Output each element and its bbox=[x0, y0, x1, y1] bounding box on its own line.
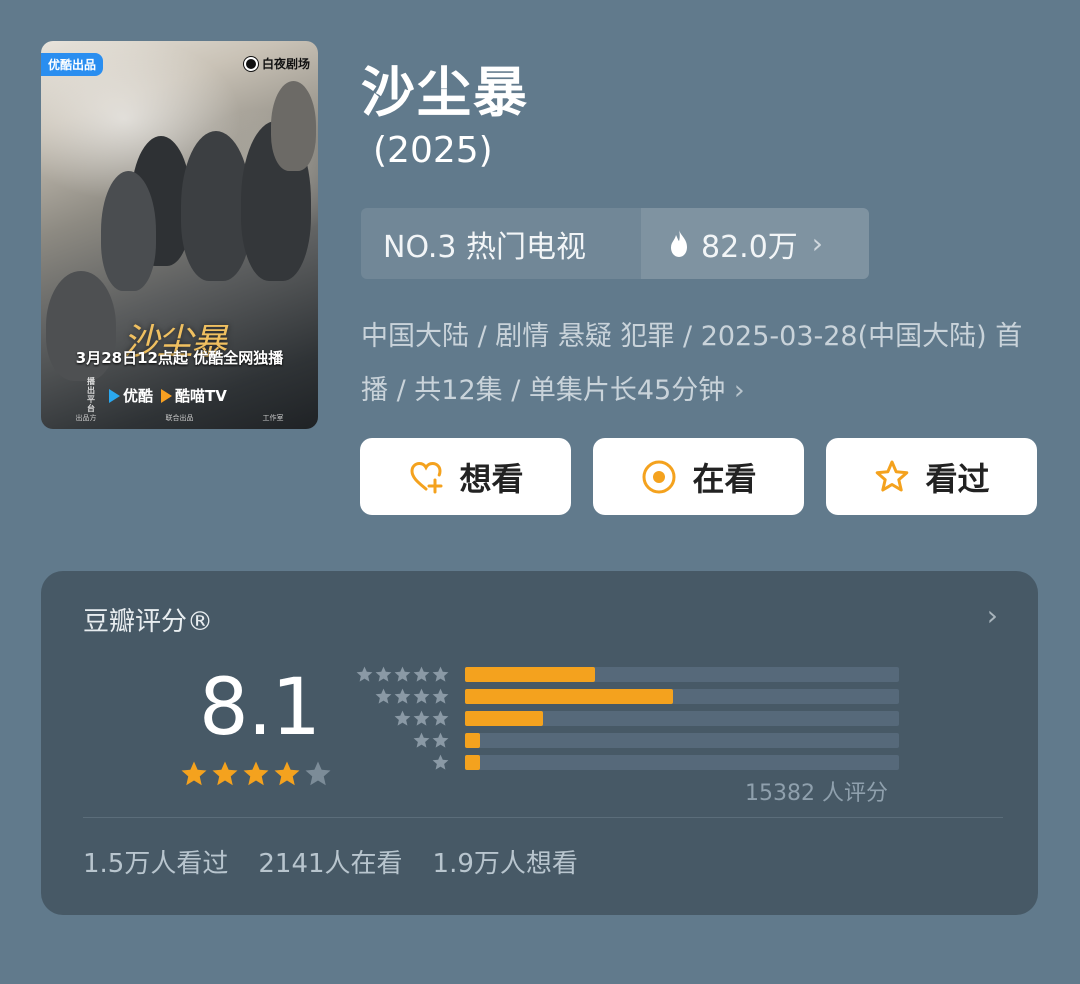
star-small-icon bbox=[356, 666, 373, 682]
distribution-bar-fill bbox=[465, 755, 481, 770]
distribution-row-5-star bbox=[354, 665, 899, 687]
distribution-row-1-star bbox=[354, 753, 899, 775]
distribution-stars bbox=[431, 753, 450, 772]
star-empty-icon bbox=[305, 761, 331, 786]
star-small-icon bbox=[375, 666, 392, 682]
star-filled-icon bbox=[243, 761, 269, 786]
page-title: 沙尘暴 bbox=[361, 61, 529, 124]
stat-watching[interactable]: 2141人在看 bbox=[258, 843, 402, 880]
chevron-right-icon[interactable]: › bbox=[987, 599, 998, 632]
distribution-stars bbox=[374, 687, 450, 706]
watched-label: 看过 bbox=[925, 459, 990, 498]
heart-plus-icon bbox=[410, 461, 443, 493]
rating-score: 8.1 bbox=[199, 663, 321, 753]
star-small-icon bbox=[413, 688, 430, 704]
poster-badge: 优酷出品 bbox=[41, 53, 104, 76]
divider bbox=[83, 817, 1003, 818]
watched-button[interactable]: 看过 bbox=[826, 438, 1037, 515]
footer-text: 工作室 bbox=[262, 414, 284, 422]
distribution-stars bbox=[412, 731, 450, 750]
heat-button[interactable]: 82.0万 › bbox=[641, 208, 869, 279]
watching-label: 在看 bbox=[692, 459, 757, 498]
footer-text: 联合出品 bbox=[165, 414, 194, 422]
rating-title: 豆瓣评分® bbox=[83, 607, 214, 637]
stat-want[interactable]: 1.9万人想看 bbox=[433, 843, 578, 880]
distribution-bar-track bbox=[465, 689, 899, 704]
platform-youku: 优酷 bbox=[109, 385, 153, 406]
release-year: (2025) bbox=[373, 130, 493, 171]
meta-info[interactable]: 中国大陆 / 剧情 悬疑 犯罪 / 2025-03-28(中国大陆) 首播 / … bbox=[361, 310, 1041, 418]
star-small-icon bbox=[432, 732, 449, 748]
star-small-icon bbox=[432, 710, 449, 726]
distribution-bar-track bbox=[465, 711, 899, 726]
poster-release: 3月28日12点起 优酷全网独播 bbox=[75, 349, 284, 367]
star-small-icon bbox=[413, 710, 430, 726]
star-small-icon bbox=[394, 688, 411, 704]
distribution-stars bbox=[355, 665, 450, 684]
distribution-bar-fill bbox=[465, 711, 544, 726]
star-small-icon bbox=[432, 754, 449, 770]
distribution-bar-track bbox=[465, 755, 899, 770]
heat-value: 82.0万 bbox=[701, 229, 798, 265]
star-small-icon bbox=[432, 688, 449, 704]
poster-figure bbox=[101, 171, 156, 291]
audience-stats: 1.5万人看过 2141人在看 1.9万人想看 bbox=[83, 843, 578, 880]
footer-text: 出品方 bbox=[75, 414, 97, 422]
rating-card[interactable]: 豆瓣评分® › 8.1 15382 人评分 1.5万人看过 2141人在看 1.… bbox=[41, 571, 1038, 915]
distribution-stars bbox=[393, 709, 450, 728]
distribution-row-3-star bbox=[354, 709, 899, 731]
flame-icon bbox=[671, 229, 687, 257]
distribution-bar-track bbox=[465, 667, 899, 682]
want-button[interactable]: 想看 bbox=[360, 438, 571, 515]
star-small-icon bbox=[413, 666, 430, 682]
star-small-icon bbox=[394, 666, 411, 682]
poster-footer: 出品方 联合出品 工作室 bbox=[41, 407, 318, 429]
want-label: 想看 bbox=[459, 459, 524, 498]
star-filled-icon bbox=[181, 761, 207, 786]
studio-logo-icon bbox=[243, 56, 258, 71]
star-filled-icon bbox=[274, 761, 300, 786]
youku-icon bbox=[109, 389, 120, 403]
poster-figure bbox=[271, 81, 316, 171]
studio-name: 白夜剧场 bbox=[261, 57, 310, 71]
rating-stars bbox=[179, 759, 333, 789]
star-small-icon bbox=[375, 688, 392, 704]
poster-studio: 白夜剧场 bbox=[243, 55, 310, 72]
rating-count: 15382 人评分 bbox=[745, 781, 888, 806]
star-outline-icon bbox=[876, 460, 909, 491]
distribution-row-2-star bbox=[354, 731, 899, 753]
distribution-bar-fill bbox=[465, 667, 596, 682]
star-small-icon bbox=[432, 666, 449, 682]
kumiao-icon bbox=[161, 389, 173, 403]
chevron-right-icon: › bbox=[811, 227, 823, 260]
target-icon bbox=[642, 460, 676, 493]
watching-button[interactable]: 在看 bbox=[593, 438, 804, 515]
rank-label[interactable]: NO.3 热门电视 bbox=[361, 208, 641, 279]
meta-text: 中国大陆 / 剧情 悬疑 犯罪 / 2025-03-28(中国大陆) 首播 / … bbox=[361, 321, 1023, 406]
distribution-row-4-star bbox=[354, 687, 899, 709]
distribution-bar-fill bbox=[465, 689, 674, 704]
star-small-icon bbox=[394, 710, 411, 726]
rank-banner[interactable]: NO.3 热门电视 82.0万 › bbox=[361, 208, 869, 279]
action-buttons: 想看 在看 看过 bbox=[360, 438, 1037, 515]
distribution-bar-track bbox=[465, 733, 899, 748]
star-small-icon bbox=[413, 732, 430, 748]
poster-image[interactable]: 优酷出品 白夜剧场 沙尘暴 3月28日12点起 优酷全网独播 播出平台 优酷 酷… bbox=[41, 41, 318, 429]
platform-kumiao: 酷喵TV bbox=[161, 385, 227, 406]
star-filled-icon bbox=[212, 761, 238, 786]
stat-watched[interactable]: 1.5万人看过 bbox=[83, 843, 228, 880]
chevron-right-icon: › bbox=[733, 375, 745, 406]
distribution-bar-fill bbox=[465, 733, 481, 748]
